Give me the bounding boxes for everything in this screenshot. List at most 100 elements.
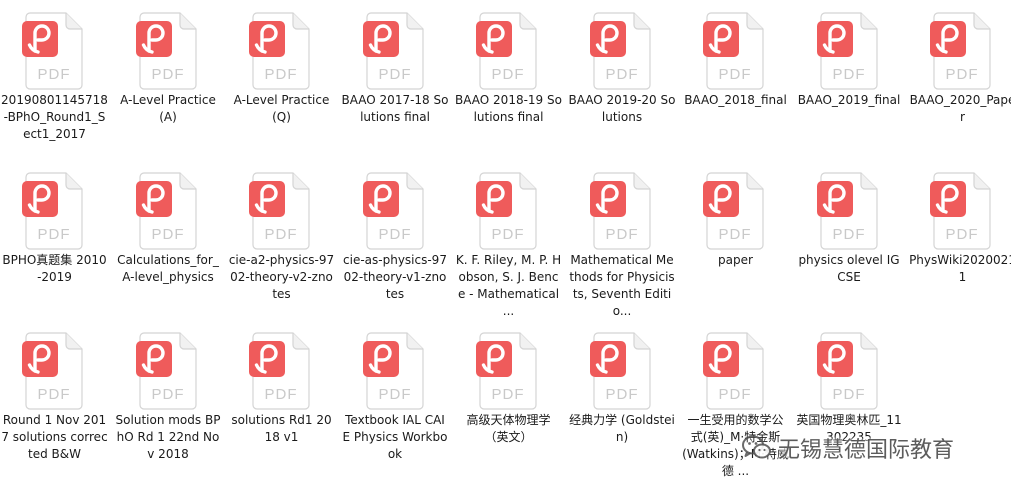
file-item-8[interactable]: PDF BAAO_2019_final <box>794 3 905 153</box>
pdf-file-icon: PDF <box>697 11 773 91</box>
file-name: Mathematical Methods for Physicists, Sev… <box>569 253 675 318</box>
file-name: physics olevel IGCSE <box>798 253 900 284</box>
pdf-file-icon: PDF <box>243 331 319 411</box>
svg-text:PDF: PDF <box>378 226 411 243</box>
file-name: A-Level Practice (A) <box>120 93 216 124</box>
svg-text:PDF: PDF <box>151 386 184 403</box>
svg-text:PDF: PDF <box>946 66 979 83</box>
pdf-file-icon: PDF <box>16 331 92 411</box>
pdf-file-icon: PDF <box>811 171 887 251</box>
pdf-file-icon: PDF <box>811 331 887 411</box>
svg-text:PDF: PDF <box>265 66 298 83</box>
file-name: BAAO_2020_Paper <box>909 93 1011 124</box>
pdf-file-icon: PDF <box>470 11 546 91</box>
file-item-26[interactable]: PDF 英国物理奥林匹_11302235 <box>794 323 905 473</box>
file-name: 经典力学 (Goldstein) <box>569 413 675 444</box>
file-name: BPHO真题集 2010-2019 <box>2 253 107 284</box>
pdf-file-icon: PDF <box>584 11 660 91</box>
file-name: BAAO 2018-19 Solutions final <box>455 93 562 124</box>
file-name: cie-as-physics-9702-theory-v1-znotes <box>343 253 447 301</box>
file-item-4[interactable]: PDF BAAO 2017-18 Solutions final <box>340 3 451 153</box>
file-item-20[interactable]: PDF Solution mods BPhO Rd 1 22nd Nov 201… <box>113 323 224 473</box>
svg-text:PDF: PDF <box>265 226 298 243</box>
file-grid: PDF 20190801145718-BPhO_Round1_Sect1_201… <box>0 0 1011 491</box>
file-item-18[interactable]: PDF PhysWiki20200211 <box>907 163 1011 313</box>
pdf-file-icon: PDF <box>130 171 206 251</box>
file-name: A-Level Practice (Q) <box>233 93 330 124</box>
file-name: solutions Rd1 2018 v1 <box>231 413 332 444</box>
svg-text:PDF: PDF <box>605 386 638 403</box>
pdf-file-icon: PDF <box>16 11 92 91</box>
file-item-22[interactable]: PDF Textbook IAL CAIE Physics Workbook <box>340 323 451 473</box>
file-name: BAAO 2019-20 Solutions <box>568 93 676 124</box>
file-name: BAAO_2018_final <box>684 93 787 107</box>
svg-text:PDF: PDF <box>832 386 865 403</box>
pdf-file-icon: PDF <box>924 171 1000 251</box>
svg-text:PDF: PDF <box>605 226 638 243</box>
pdf-file-icon: PDF <box>697 171 773 251</box>
svg-text:PDF: PDF <box>38 66 71 83</box>
file-item-3[interactable]: PDF A-Level Practice (Q) <box>226 3 337 153</box>
file-item-5[interactable]: PDF BAAO 2018-19 Solutions final <box>453 3 564 153</box>
pdf-file-icon: PDF <box>357 171 433 251</box>
svg-text:PDF: PDF <box>605 66 638 83</box>
file-item-2[interactable]: PDF A-Level Practice (A) <box>113 3 224 153</box>
svg-text:PDF: PDF <box>378 386 411 403</box>
svg-text:PDF: PDF <box>151 66 184 83</box>
svg-text:PDF: PDF <box>832 226 865 243</box>
file-name: paper <box>718 253 753 267</box>
file-name: 高级天体物理学（英文） <box>466 413 551 444</box>
svg-text:PDF: PDF <box>151 226 184 243</box>
file-item-11[interactable]: PDF Calculations_for_A-level_physics <box>113 163 224 313</box>
pdf-file-icon: PDF <box>16 171 92 251</box>
file-name: cie-a2-physics-9702-theory-v2-znotes <box>228 253 335 301</box>
file-item-24[interactable]: PDF 经典力学 (Goldstein) <box>567 323 678 473</box>
file-item-9[interactable]: PDF BAAO_2020_Paper <box>907 3 1011 153</box>
file-name: BAAO 2017-18 Solutions final <box>341 93 449 124</box>
file-name: Textbook IAL CAIE Physics Workbook <box>342 413 448 461</box>
file-item-17[interactable]: PDF physics olevel IGCSE <box>794 163 905 313</box>
file-item-25[interactable]: PDF 一生受用的数学公式(英)_M·特金斯 (Watkins)；M·特威德 .… <box>680 323 791 478</box>
file-name: Calculations_for_A-level_physics <box>117 253 219 284</box>
file-item-21[interactable]: PDF solutions Rd1 2018 v1 <box>226 323 337 473</box>
file-name: PhysWiki20200211 <box>909 253 1011 284</box>
pdf-file-icon: PDF <box>811 11 887 91</box>
file-item-14[interactable]: PDF K. F. Riley, M. P. Hobson, S. J. Ben… <box>453 163 564 318</box>
file-item-6[interactable]: PDF BAAO 2019-20 Solutions <box>567 3 678 153</box>
file-item-15[interactable]: PDF Mathematical Methods for Physicists,… <box>567 163 678 318</box>
file-item-10[interactable]: PDF BPHO真题集 2010-2019 <box>0 163 110 313</box>
file-item-19[interactable]: PDF Round 1 Nov 2017 solutions corrected… <box>0 323 110 473</box>
pdf-file-icon: PDF <box>130 11 206 91</box>
pdf-file-icon: PDF <box>130 331 206 411</box>
file-item-7[interactable]: PDF BAAO_2018_final <box>680 3 791 153</box>
svg-text:PDF: PDF <box>719 226 752 243</box>
svg-text:PDF: PDF <box>38 226 71 243</box>
pdf-file-icon: PDF <box>357 11 433 91</box>
pdf-file-icon: PDF <box>243 171 319 251</box>
pdf-file-icon: PDF <box>470 171 546 251</box>
pdf-file-icon: PDF <box>357 331 433 411</box>
pdf-file-icon: PDF <box>584 171 660 251</box>
pdf-file-icon: PDF <box>697 331 773 411</box>
pdf-file-icon: PDF <box>470 331 546 411</box>
svg-text:PDF: PDF <box>378 66 411 83</box>
file-name: 20190801145718-BPhO_Round1_Sect1_2017 <box>1 93 108 141</box>
svg-text:PDF: PDF <box>492 66 525 83</box>
pdf-file-icon: PDF <box>924 11 1000 91</box>
svg-text:PDF: PDF <box>265 386 298 403</box>
svg-text:PDF: PDF <box>492 386 525 403</box>
svg-text:PDF: PDF <box>719 66 752 83</box>
file-item-16[interactable]: PDF paper <box>680 163 791 313</box>
file-item-12[interactable]: PDF cie-a2-physics-9702-theory-v2-znotes <box>226 163 337 313</box>
file-name: K. F. Riley, M. P. Hobson, S. J. Bence -… <box>455 253 562 318</box>
file-item-13[interactable]: PDF cie-as-physics-9702-theory-v1-znotes <box>340 163 451 313</box>
pdf-file-icon: PDF <box>243 11 319 91</box>
file-name: Solution mods BPhO Rd 1 22nd Nov 2018 <box>115 413 221 461</box>
file-item-23[interactable]: PDF 高级天体物理学（英文） <box>453 323 564 473</box>
file-item-1[interactable]: PDF 20190801145718-BPhO_Round1_Sect1_201… <box>0 3 110 153</box>
pdf-file-icon: PDF <box>584 331 660 411</box>
file-name: 英国物理奥林匹_11302235 <box>796 413 902 444</box>
file-name: Round 1 Nov 2017 solutions corrected B&W <box>1 413 108 461</box>
file-name: BAAO_2019_final <box>797 93 901 107</box>
svg-text:PDF: PDF <box>832 66 865 83</box>
